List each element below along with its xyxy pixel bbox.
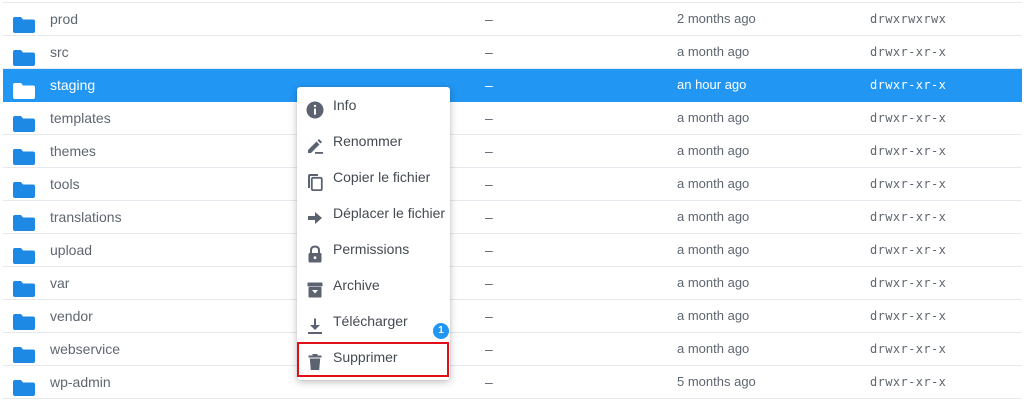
file-row[interactable]: webservice – a month ago drwxr-xr-x [3,333,1022,366]
file-row[interactable]: staging – an hour ago drwxr-xr-x [3,69,1022,102]
download-icon [306,312,324,334]
menu-item-permissions[interactable]: Permissions [297,231,450,267]
file-name[interactable]: src [50,36,69,68]
file-row[interactable]: themes – a month ago drwxr-xr-x [3,135,1022,168]
file-size: – [485,143,493,159]
folder-icon [13,12,35,33]
file-name[interactable]: templates [50,102,111,134]
file-name[interactable]: tools [50,168,80,200]
file-modified: 2 months ago [677,11,756,26]
file-name[interactable]: prod [50,3,78,35]
file-list: prod – 2 months ago drwxrwxrwx src – a month a… [3,2,1022,399]
lock-icon [306,240,324,263]
file-size: – [485,374,493,390]
file-permissions[interactable]: drwxr-xr-x [870,201,946,233]
menu-item-deplacer-le-fichier[interactable]: Déplacer le fichier [297,195,450,231]
menu-item-telecharger[interactable]: Télécharger [297,303,450,339]
file-modified: a month ago [677,209,750,224]
step-badge: 1 [433,323,449,339]
move-icon [306,204,324,224]
file-name[interactable]: vendor [50,300,93,332]
file-modified: a month ago [677,176,750,191]
file-row[interactable]: src – a month ago drwxr-xr-x [3,36,1022,69]
file-permissions[interactable]: drwxr-xr-x [870,267,946,299]
folder-icon [13,177,35,198]
file-permissions[interactable]: drwxr-xr-x [870,168,946,200]
menu-item-label: Info [333,97,357,113]
file-name[interactable]: translations [50,201,122,233]
copy-icon [306,168,324,192]
file-name[interactable]: var [50,267,69,299]
menu-item-label: Copier le fichier [333,169,431,185]
file-permissions[interactable]: drwxr-xr-x [870,69,946,101]
file-size: – [485,209,493,225]
highlight-box [297,342,449,377]
file-modified: a month ago [677,44,750,59]
file-permissions[interactable]: drwxr-xr-x [870,102,946,134]
archive-icon [306,276,324,298]
folder-icon [13,309,35,330]
file-modified: an hour ago [677,77,747,92]
menu-item-label: Archive [333,277,380,293]
folder-icon [13,210,35,231]
menu-item-info[interactable]: Info [297,87,450,123]
file-modified: a month ago [677,275,750,290]
context-menu: Info Renommer Copier le fichier Déplacer le… [297,87,450,380]
file-modified: a month ago [677,308,750,323]
file-row[interactable]: tools – a month ago drwxr-xr-x [3,168,1022,201]
menu-item-label: Renommer [333,133,403,149]
folder-icon [13,111,35,132]
file-row[interactable]: translations – a month ago drwxr-xr-x [3,201,1022,234]
file-permissions[interactable]: drwxrwxrwx [870,3,946,35]
menu-item-label: Déplacer le fichier [333,205,446,221]
info-icon [306,96,324,119]
file-name[interactable]: webservice [50,333,120,365]
file-permissions[interactable]: drwxr-xr-x [870,36,946,68]
menu-item-renommer[interactable]: Renommer [297,123,450,159]
file-modified: a month ago [677,242,750,257]
file-name[interactable]: upload [50,234,92,266]
folder-icon [13,342,35,363]
file-name[interactable]: staging [50,69,95,101]
menu-item-label: Permissions [333,241,410,257]
folder-icon [13,78,35,99]
file-permissions[interactable]: drwxr-xr-x [870,135,946,167]
rename-icon [306,132,324,154]
file-modified: a month ago [677,110,750,125]
file-size: – [485,242,493,258]
file-row[interactable]: var – a month ago drwxr-xr-x [3,267,1022,300]
file-row[interactable]: upload – a month ago drwxr-xr-x [3,234,1022,267]
file-permissions[interactable]: drwxr-xr-x [870,366,946,398]
file-row[interactable]: templates – a month ago drwxr-xr-x [3,102,1022,135]
folder-icon [13,243,35,264]
file-modified: a month ago [677,143,750,158]
menu-item-archive[interactable]: Archive [297,267,450,303]
folder-icon [13,276,35,297]
file-row[interactable]: prod – 2 months ago drwxrwxrwx [3,3,1022,36]
menu-item-label: Télécharger [333,313,408,329]
file-size: – [485,44,493,60]
folder-icon [13,375,35,396]
file-size: – [485,110,493,126]
file-permissions[interactable]: drwxr-xr-x [870,234,946,266]
folder-icon [13,45,35,66]
file-permissions[interactable]: drwxr-xr-x [870,333,946,365]
file-modified: a month ago [677,341,750,356]
file-permissions[interactable]: drwxr-xr-x [870,300,946,332]
file-size: – [485,77,493,93]
file-size: – [485,11,493,27]
file-name[interactable]: wp-admin [50,366,111,398]
file-modified: 5 months ago [677,374,756,389]
file-size: – [485,275,493,291]
file-row[interactable]: vendor – a month ago drwxr-xr-x [3,300,1022,333]
menu-item-copier-le-fichier[interactable]: Copier le fichier [297,159,450,195]
file-size: – [485,341,493,357]
file-name[interactable]: themes [50,135,96,167]
file-row[interactable]: wp-admin – 5 months ago drwxr-xr-x [3,366,1022,399]
folder-icon [13,144,35,165]
file-size: – [485,176,493,192]
file-size: – [485,308,493,324]
